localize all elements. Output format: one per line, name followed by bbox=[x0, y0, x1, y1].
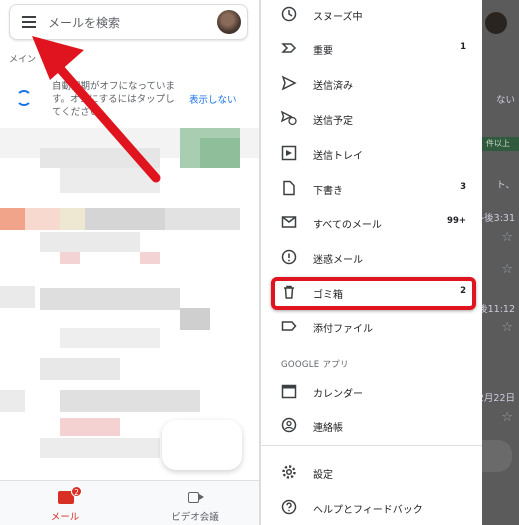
outbox-icon bbox=[281, 145, 297, 161]
drawer-item-help[interactable]: ヘルプとフィードバック bbox=[261, 493, 482, 523]
drawer-item-label: ヘルプとフィードバック bbox=[313, 505, 423, 516]
star-icon: ☆ bbox=[501, 230, 513, 245]
help-icon bbox=[281, 499, 297, 515]
drawer-item-count: 99+ bbox=[447, 216, 466, 226]
draft-icon bbox=[283, 180, 295, 196]
bottom-navigation: 2 メール ビデオ会議 bbox=[0, 480, 259, 525]
drawer-item-scheduled[interactable]: 送信予定 bbox=[261, 104, 482, 134]
important-icon bbox=[281, 43, 297, 53]
drawer-item-attachments[interactable]: 添付ファイル bbox=[261, 312, 482, 342]
drawer-item-calendar[interactable]: カレンダー bbox=[261, 377, 482, 407]
drawer-item-label: 設定 bbox=[313, 470, 333, 481]
contacts-icon bbox=[281, 417, 297, 433]
scheduled-send-icon bbox=[281, 110, 297, 126]
drawer-item-settings[interactable]: 設定 bbox=[261, 458, 482, 488]
hamburger-menu-icon[interactable] bbox=[22, 15, 40, 29]
dismiss-link[interactable]: 表示しない bbox=[189, 92, 237, 106]
drawer-item-label: 送信済み bbox=[313, 81, 353, 92]
inbox-panel: メールを検索 メイン 自動同期がオフになっています。オンにするにはタップしてくだ… bbox=[0, 0, 259, 525]
sync-icon bbox=[16, 90, 32, 106]
scrim-text: 2月22日 bbox=[477, 393, 515, 404]
scrim-avatar bbox=[485, 12, 507, 34]
drawer-item-label: スヌーズ中 bbox=[313, 12, 363, 23]
account-avatar[interactable] bbox=[217, 10, 241, 34]
drawer-item-important[interactable]: 重要 1 bbox=[261, 34, 482, 64]
sync-notice[interactable]: 自動同期がオフになっています。オンにするにはタップしてください bbox=[52, 80, 182, 119]
search-bar[interactable]: メールを検索 bbox=[9, 4, 248, 40]
calendar-icon bbox=[281, 384, 297, 399]
drawer-item-spam[interactable]: 迷惑メール bbox=[261, 243, 482, 273]
star-icon: ☆ bbox=[501, 320, 513, 335]
drawer-item-contacts[interactable]: 連絡帳 bbox=[261, 411, 482, 441]
apps-section-header: GOOGLE アプリ bbox=[281, 360, 349, 370]
compose-button[interactable] bbox=[162, 420, 242, 470]
drawer-item-outbox[interactable]: 送信トレイ bbox=[261, 139, 482, 169]
star-icon: ☆ bbox=[501, 262, 513, 277]
navigation-drawer: スヌーズ中 重要 1 送信済み 送信予定 送信トレイ 下書き 3 すべてのメール… bbox=[261, 0, 482, 525]
send-icon bbox=[281, 75, 297, 91]
spam-icon bbox=[281, 249, 297, 265]
tab-mail[interactable]: 2 メール bbox=[0, 481, 130, 525]
drawer-item-label: 連絡帳 bbox=[313, 423, 343, 434]
scrim-text: ない bbox=[495, 95, 515, 106]
drawer-item-label: 迷惑メール bbox=[313, 255, 363, 266]
drawer-item-count: 1 bbox=[460, 42, 466, 52]
settings-icon bbox=[282, 465, 296, 479]
drawer-item-label: すべてのメール bbox=[313, 220, 382, 231]
all-mail-icon bbox=[281, 216, 297, 228]
drawer-item-label: カレンダー bbox=[313, 389, 363, 400]
drawer-item-label: 添付ファイル bbox=[313, 324, 373, 335]
unread-badge: 2 bbox=[71, 486, 82, 497]
drawer-item-label: 重要 bbox=[313, 46, 333, 57]
clock-icon bbox=[281, 6, 297, 22]
drawer-divider bbox=[261, 445, 482, 446]
search-input[interactable]: メールを検索 bbox=[48, 14, 120, 31]
tab-meet[interactable]: ビデオ会議 bbox=[130, 481, 259, 525]
drawer-item-drafts[interactable]: 下書き 3 bbox=[261, 174, 482, 204]
drawer-panel: ない 件以上 ト、 -後3:31 ☆ ☆ 1後11:12 ☆ 2月22日 ☆ ス… bbox=[261, 0, 519, 525]
section-label: メイン bbox=[9, 55, 37, 65]
tab-meet-label: ビデオ会議 bbox=[171, 512, 219, 523]
star-icon: ☆ bbox=[501, 410, 513, 425]
trash-highlight-annotation bbox=[271, 277, 476, 310]
drawer-item-snoozed[interactable]: スヌーズ中 bbox=[261, 0, 482, 30]
drawer-item-label: 下書き bbox=[313, 186, 343, 197]
label-icon bbox=[281, 321, 297, 331]
scrim-chip: 件以上 bbox=[482, 137, 519, 151]
scrim-compose bbox=[482, 440, 512, 472]
video-icon bbox=[188, 492, 204, 503]
drawer-item-all-mail[interactable]: すべてのメール 99+ bbox=[261, 208, 482, 238]
drawer-item-count: 3 bbox=[460, 182, 466, 192]
drawer-item-sent[interactable]: 送信済み bbox=[261, 69, 482, 99]
drawer-item-label: 送信予定 bbox=[313, 116, 353, 127]
scrim-text: ト、 bbox=[496, 180, 515, 191]
scrim-text: -後3:31 bbox=[480, 213, 515, 224]
drawer-item-label: 送信トレイ bbox=[313, 151, 363, 162]
tab-mail-label: メール bbox=[50, 512, 80, 523]
